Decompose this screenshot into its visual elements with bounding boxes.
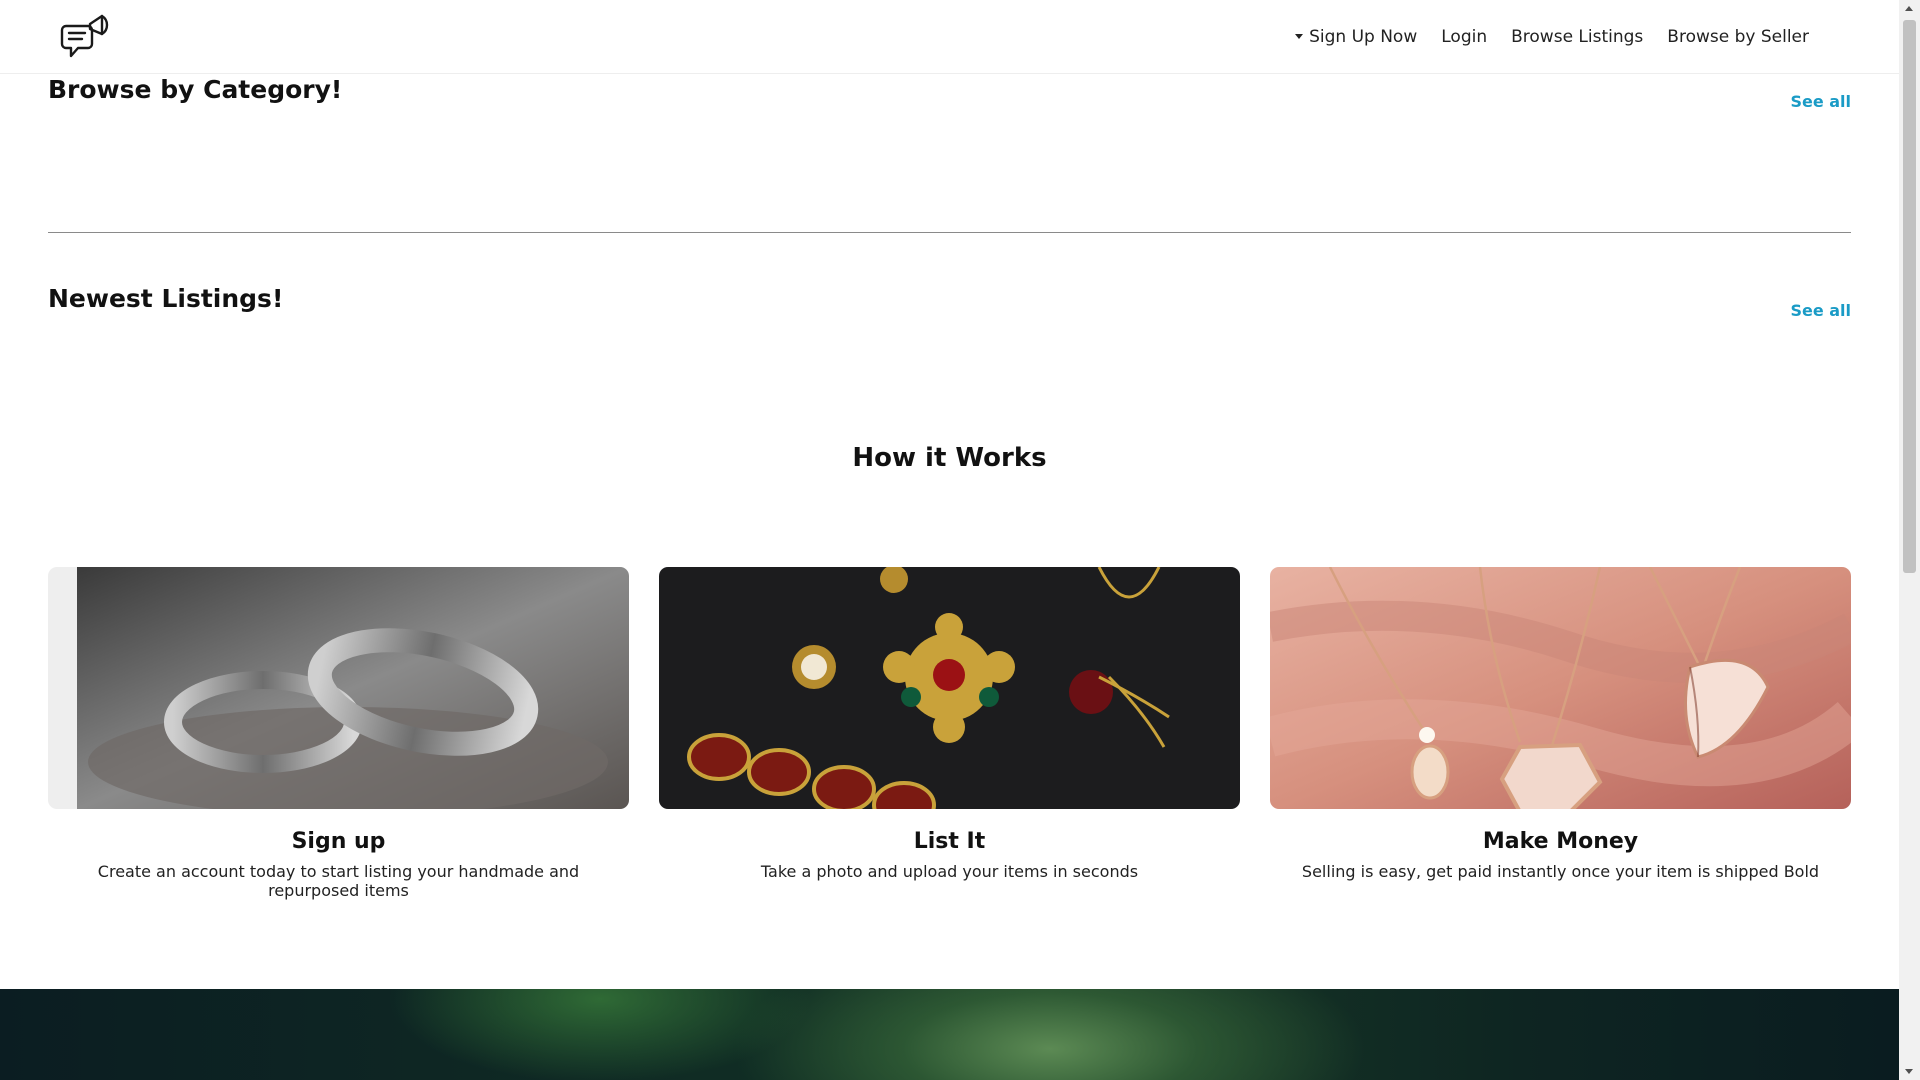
category-section-title: Browse by Category!: [48, 75, 343, 104]
vintage-jewelry-photo: [659, 567, 1240, 809]
scrollbar-thumb[interactable]: [1903, 20, 1916, 573]
rose-gold-necklaces-photo: [1270, 567, 1851, 809]
how-card-signup: Sign up Create an account today to start…: [48, 567, 629, 900]
how-card-title: List It: [913, 829, 986, 854]
how-card-text: Create an account today to start listing…: [97, 862, 580, 900]
silver-rings-photo: [48, 567, 629, 809]
browse-listings-link[interactable]: Browse Listings: [1511, 27, 1643, 47]
aurora-banner-image: [0, 989, 1899, 1080]
section-divider: [48, 232, 1851, 233]
login-link[interactable]: Login: [1441, 27, 1487, 47]
how-card-text: Take a photo and upload your items in se…: [760, 862, 1139, 881]
how-card-list-it: List It Take a photo and upload your ite…: [659, 567, 1240, 881]
how-card-title: Sign up: [291, 829, 386, 854]
page-scrollbar[interactable]: [1899, 0, 1920, 1080]
how-card-make-money: Make Money Selling is easy, get paid ins…: [1270, 567, 1851, 881]
signup-label: Sign Up Now: [1309, 26, 1418, 47]
how-card-title: Make Money: [1482, 829, 1639, 854]
browse-by-seller-link[interactable]: Browse by Seller: [1667, 27, 1809, 47]
main-nav: Sign Up Now Login Browse Listings Browse…: [1295, 0, 1809, 73]
newest-section-title: Newest Listings!: [48, 284, 284, 313]
scroll-down-arrow-icon[interactable]: [1905, 1069, 1913, 1074]
megaphone-chat-icon[interactable]: [60, 10, 112, 62]
how-card-text: Selling is easy, get paid instantly once…: [1301, 862, 1820, 881]
caret-down-icon: [1295, 34, 1304, 39]
scroll-up-arrow-icon[interactable]: [1905, 6, 1913, 11]
category-see-all-link[interactable]: See all: [1790, 92, 1851, 111]
signup-dropdown[interactable]: Sign Up Now: [1295, 27, 1417, 47]
site-header: Sign Up Now Login Browse Listings Browse…: [0, 0, 1899, 74]
newest-see-all-link[interactable]: See all: [1790, 301, 1851, 320]
how-it-works-title: How it Works: [852, 443, 1047, 473]
